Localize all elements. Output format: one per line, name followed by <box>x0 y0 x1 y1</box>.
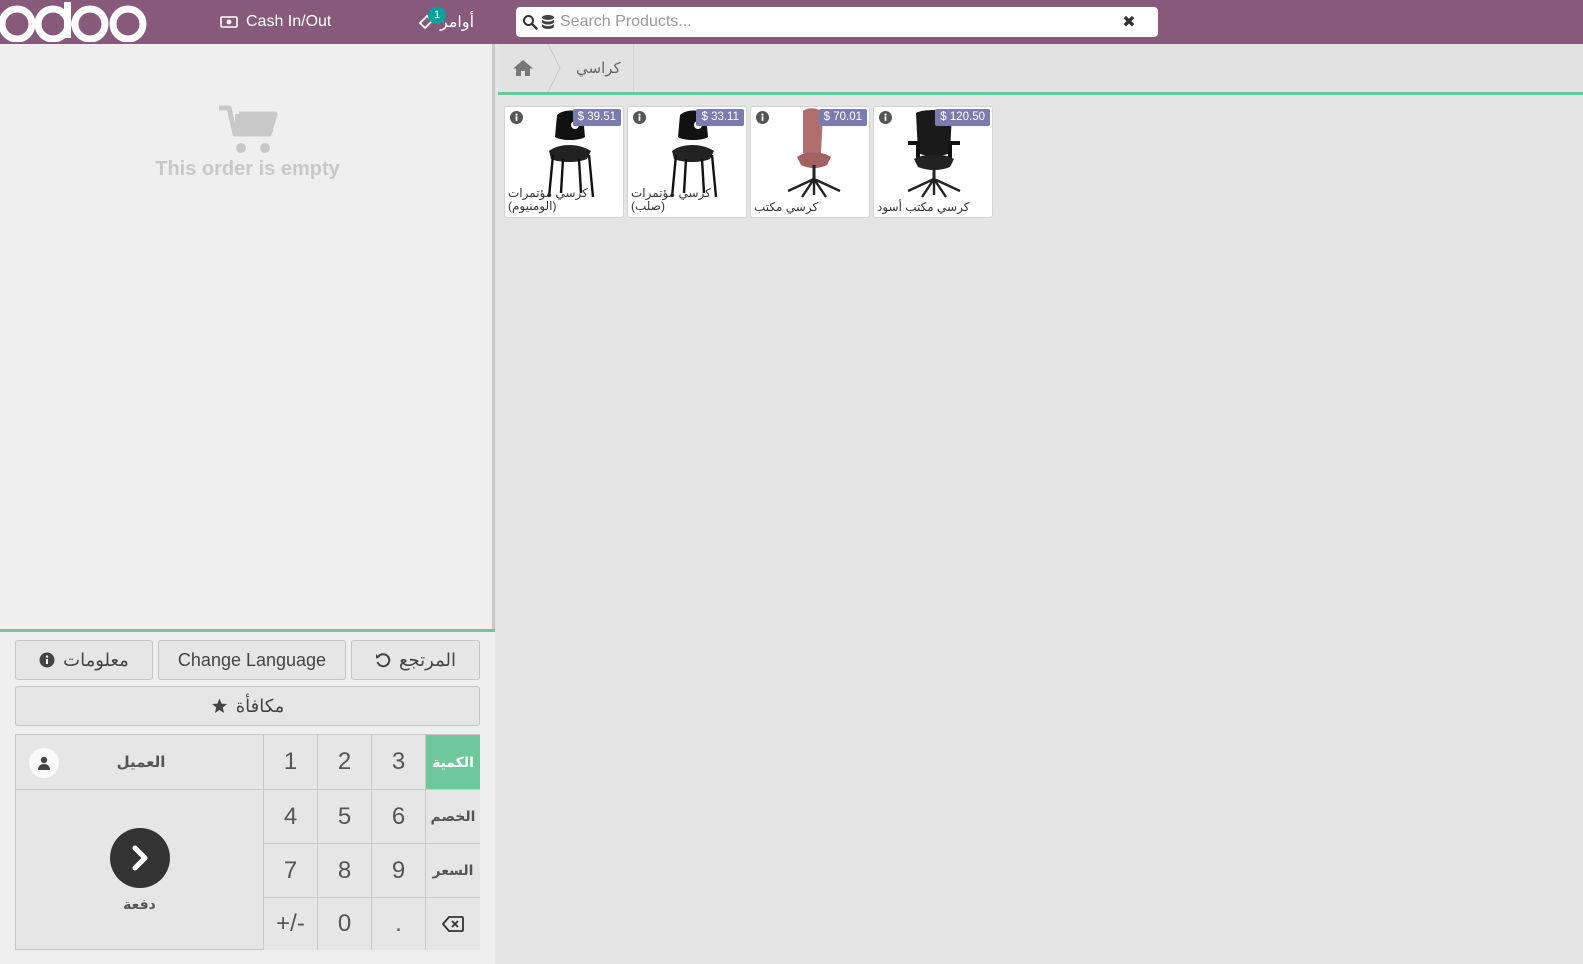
payment-circle <box>110 828 170 888</box>
numpad-backspace-button[interactable] <box>425 897 480 950</box>
top-bar: Cash In/Out 1 أوامر ✖ <box>0 0 1583 44</box>
change-language-button[interactable]: Change Language <box>158 640 346 680</box>
numpad-key-5[interactable]: 5 <box>317 789 371 843</box>
product-name: كرسي مكتب أسود <box>877 200 970 214</box>
cash-in-out-label: Cash In/Out <box>246 13 332 30</box>
user-icon <box>38 756 50 770</box>
mode-quantity-button[interactable]: الكمية <box>425 734 480 789</box>
info-icon <box>39 652 55 668</box>
product-info-icon[interactable] <box>633 111 646 124</box>
empty-order-message: This order is empty <box>155 158 340 180</box>
numpad-key-3[interactable]: 3 <box>371 734 425 789</box>
breadcrumb-chairs[interactable]: كراسي <box>564 44 634 92</box>
numpad-key-1[interactable]: 1 <box>263 734 317 789</box>
numpad-key-0[interactable]: 0 <box>317 897 371 950</box>
clear-search-icon[interactable]: ✖ <box>1120 13 1138 31</box>
cash-in-out-button[interactable]: Cash In/Out <box>212 0 339 44</box>
products-pane: كراسي $ 39.51 كرسي مؤتمرات (الومنيوم) $ … <box>498 44 1583 964</box>
product-card[interactable]: $ 70.01 كرسي مكتب <box>750 106 870 218</box>
home-category-button[interactable] <box>498 44 548 92</box>
product-price-tag: $ 70.01 <box>818 109 867 126</box>
numpad-key-decimal[interactable]: . <box>371 897 425 950</box>
product-price-tag: $ 39.51 <box>572 109 621 126</box>
numpad-key-9[interactable]: 9 <box>371 843 425 897</box>
product-info-icon[interactable] <box>510 111 523 124</box>
customer-label: العميل <box>116 754 166 771</box>
money-icon <box>220 16 238 28</box>
mode-discount-button[interactable]: الخصم <box>425 789 480 843</box>
search-icon <box>523 15 538 30</box>
orders-count-badge: 1 <box>428 7 446 24</box>
customer-button[interactable]: العميل <box>16 735 263 789</box>
numpad-key-6[interactable]: 6 <box>371 789 425 843</box>
category-breadcrumb-bar: كراسي <box>498 44 1583 95</box>
empty-order-notice: This order is empty <box>0 104 495 181</box>
reward-button[interactable]: مكافأة <box>15 686 480 726</box>
refund-button[interactable]: المرتجع <box>351 640 480 680</box>
breadcrumb-separator <box>548 44 561 92</box>
odoo-logo[interactable] <box>0 2 152 42</box>
numpad-key-2[interactable]: 2 <box>317 734 371 789</box>
numpad-key-4[interactable]: 4 <box>263 789 317 843</box>
product-name: كرسي مؤتمرات (الومنيوم) <box>508 186 588 213</box>
payment-label: دفعة <box>123 896 156 912</box>
product-price-tag: $ 33.11 <box>696 109 744 126</box>
search-input[interactable] <box>558 9 1120 35</box>
numpad: العميل دفعة 1 2 3 الكمية 4 5 6 الخصم 7 8… <box>15 734 480 950</box>
numpad-key-8[interactable]: 8 <box>317 843 371 897</box>
product-card[interactable]: $ 120.50 كرسي مكتب أسود <box>873 106 993 218</box>
product-card[interactable]: $ 33.11 كرسي مؤتمرات (صلب) <box>627 106 747 218</box>
product-info-icon[interactable] <box>879 111 892 124</box>
product-info-icon[interactable] <box>756 111 769 124</box>
search-bar: ✖ <box>516 7 1158 37</box>
database-icon <box>542 15 554 29</box>
info-label: معلومات <box>63 649 129 670</box>
numpad-key-plus-minus[interactable]: +/- <box>263 897 317 950</box>
star-icon <box>211 698 227 713</box>
chevron-right-icon <box>132 845 148 871</box>
home-icon <box>513 60 533 76</box>
undo-icon <box>375 653 391 668</box>
backspace-icon <box>442 916 464 932</box>
product-card[interactable]: $ 39.51 كرسي مؤتمرات (الومنيوم) <box>504 106 624 218</box>
refund-label: المرتجع <box>398 649 457 670</box>
shopping-cart-icon <box>218 105 277 153</box>
change-language-label: Change Language <box>177 649 327 670</box>
info-button[interactable]: معلومات <box>15 640 153 680</box>
customer-avatar <box>29 748 59 778</box>
payment-button[interactable]: دفعة <box>16 789 263 949</box>
mode-price-button[interactable]: السعر <box>425 843 480 897</box>
numpad-key-7[interactable]: 7 <box>263 843 317 897</box>
product-name: كرسي مكتب <box>754 200 819 214</box>
product-price-tag: $ 120.50 <box>935 109 990 126</box>
orders-button[interactable]: 1 أوامر <box>412 0 480 44</box>
reward-label: مكافأة <box>235 695 285 716</box>
product-name: كرسي مؤتمرات (صلب) <box>631 186 711 213</box>
